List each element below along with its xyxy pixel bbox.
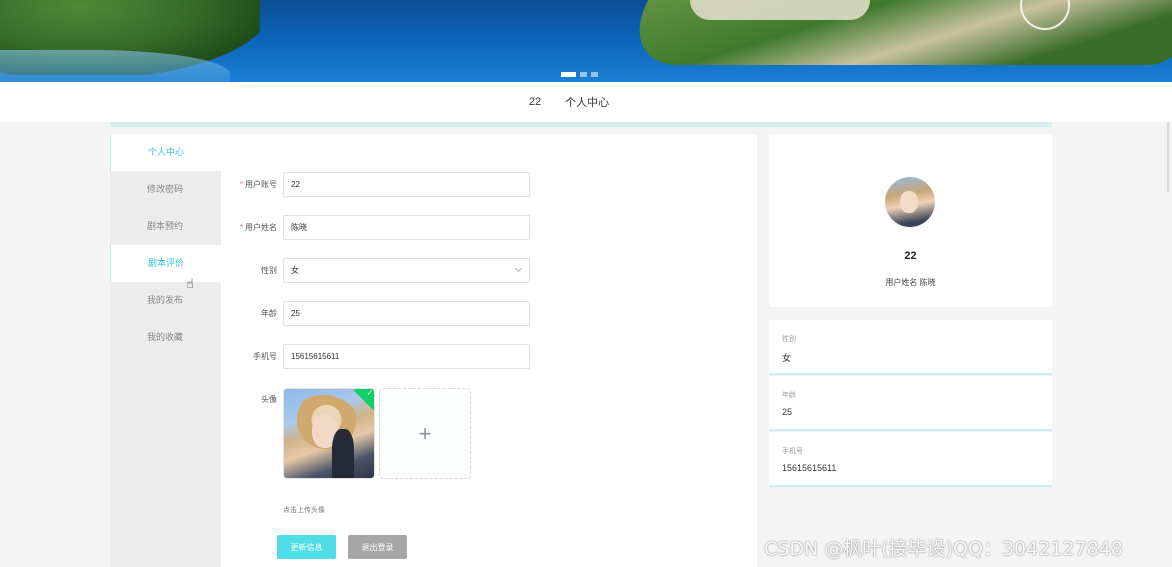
- sidebar-item-script-review[interactable]: 剧本评价 ☝: [110, 245, 221, 291]
- age-label: 年龄: [261, 309, 277, 318]
- chevron-down-icon: [514, 264, 523, 273]
- account-label-text: 用户账号: [245, 180, 277, 189]
- info-card-gender: 性别 女: [769, 320, 1052, 375]
- info-card-age: 年龄 25: [769, 376, 1052, 431]
- avatar-preview[interactable]: ✓: [283, 388, 375, 479]
- info-phone-label: 手机号: [782, 448, 803, 455]
- plus-icon: +: [418, 420, 432, 446]
- required-mark: *: [239, 223, 243, 232]
- profile-form: *用户账号 *用户姓名 性别 女 年龄 手机号 头像 ✓ + 点击上传头像 更新…: [221, 134, 757, 567]
- carousel-indicators: [561, 72, 598, 77]
- avatar-hair: [332, 429, 354, 478]
- info-gender-value: 女: [782, 353, 792, 363]
- update-info-button[interactable]: 更新信息: [277, 535, 336, 559]
- phone-label: 手机号: [253, 352, 277, 361]
- info-phone-value: 15615615611: [782, 463, 837, 473]
- profile-fullname: 用户姓名 陈晓: [885, 278, 936, 287]
- sidebar-item-script-review-label: 剧本评价: [148, 258, 185, 268]
- form-row-name: * 用户姓名: [221, 215, 757, 240]
- carousel-dot-1[interactable]: [561, 72, 576, 77]
- hero-banner: [0, 0, 1172, 82]
- gender-select-value: 女: [291, 266, 299, 275]
- gender-select[interactable]: 女: [283, 258, 530, 283]
- account-label: * 用户账号: [221, 172, 277, 197]
- carousel-dot-3[interactable]: [591, 72, 598, 77]
- info-age-value: 25: [782, 407, 793, 417]
- sidebar: 个人中心 修改密码 剧本预约 剧本评价 ☝ 我的发布 我的收藏: [110, 134, 221, 567]
- account-input[interactable]: [283, 172, 530, 197]
- avatar-face: [900, 191, 918, 213]
- info-card-phone: 手机号 15615615611: [769, 432, 1052, 487]
- form-row-age: 年龄: [221, 301, 757, 326]
- nav-personal-center[interactable]: 个人中心: [565, 94, 609, 110]
- avatar-upload-button[interactable]: +: [379, 388, 471, 479]
- gender-label: 性别: [261, 266, 277, 275]
- upload-success-badge: ✓: [353, 388, 374, 411]
- section-divider: [110, 122, 1052, 127]
- name-input[interactable]: [283, 215, 530, 240]
- logout-button[interactable]: 退出登录: [348, 535, 407, 559]
- banner-pier: [690, 0, 870, 20]
- watermark: CSDN @枫叶(接毕设)QQ：3042127848: [764, 538, 1123, 560]
- sidebar-item-personal-center[interactable]: 个人中心: [110, 134, 221, 171]
- check-icon: ✓: [366, 388, 374, 398]
- form-row-phone: 手机号: [221, 344, 757, 369]
- avatar-label: 头像: [261, 395, 277, 404]
- profile-username: 22: [904, 250, 917, 262]
- form-row-account: * 用户账号: [221, 172, 757, 197]
- nav-username[interactable]: 22: [529, 96, 541, 108]
- form-row-gender: 性别 女: [221, 258, 757, 283]
- avatar: [885, 177, 935, 227]
- age-input[interactable]: [283, 301, 530, 326]
- page-scrollbar[interactable]: [1167, 122, 1169, 192]
- info-age-label: 年龄: [782, 392, 796, 399]
- sidebar-item-my-posts[interactable]: 我的发布: [110, 282, 221, 319]
- name-label: * 用户姓名: [221, 215, 277, 240]
- profile-card: 22 用户姓名 陈晓: [769, 134, 1052, 307]
- sidebar-item-my-favorites[interactable]: 我的收藏: [110, 319, 221, 356]
- phone-input[interactable]: [283, 344, 530, 369]
- name-label-text: 用户姓名: [245, 223, 277, 232]
- sidebar-item-script-booking[interactable]: 剧本预约: [110, 208, 221, 245]
- upload-hint: 点击上传头像: [283, 507, 325, 514]
- carousel-dot-2[interactable]: [580, 72, 587, 77]
- sidebar-item-change-password[interactable]: 修改密码: [110, 171, 221, 208]
- info-gender-label: 性别: [782, 336, 796, 343]
- required-mark: *: [239, 180, 243, 189]
- top-nav: 22 个人中心: [0, 82, 1172, 122]
